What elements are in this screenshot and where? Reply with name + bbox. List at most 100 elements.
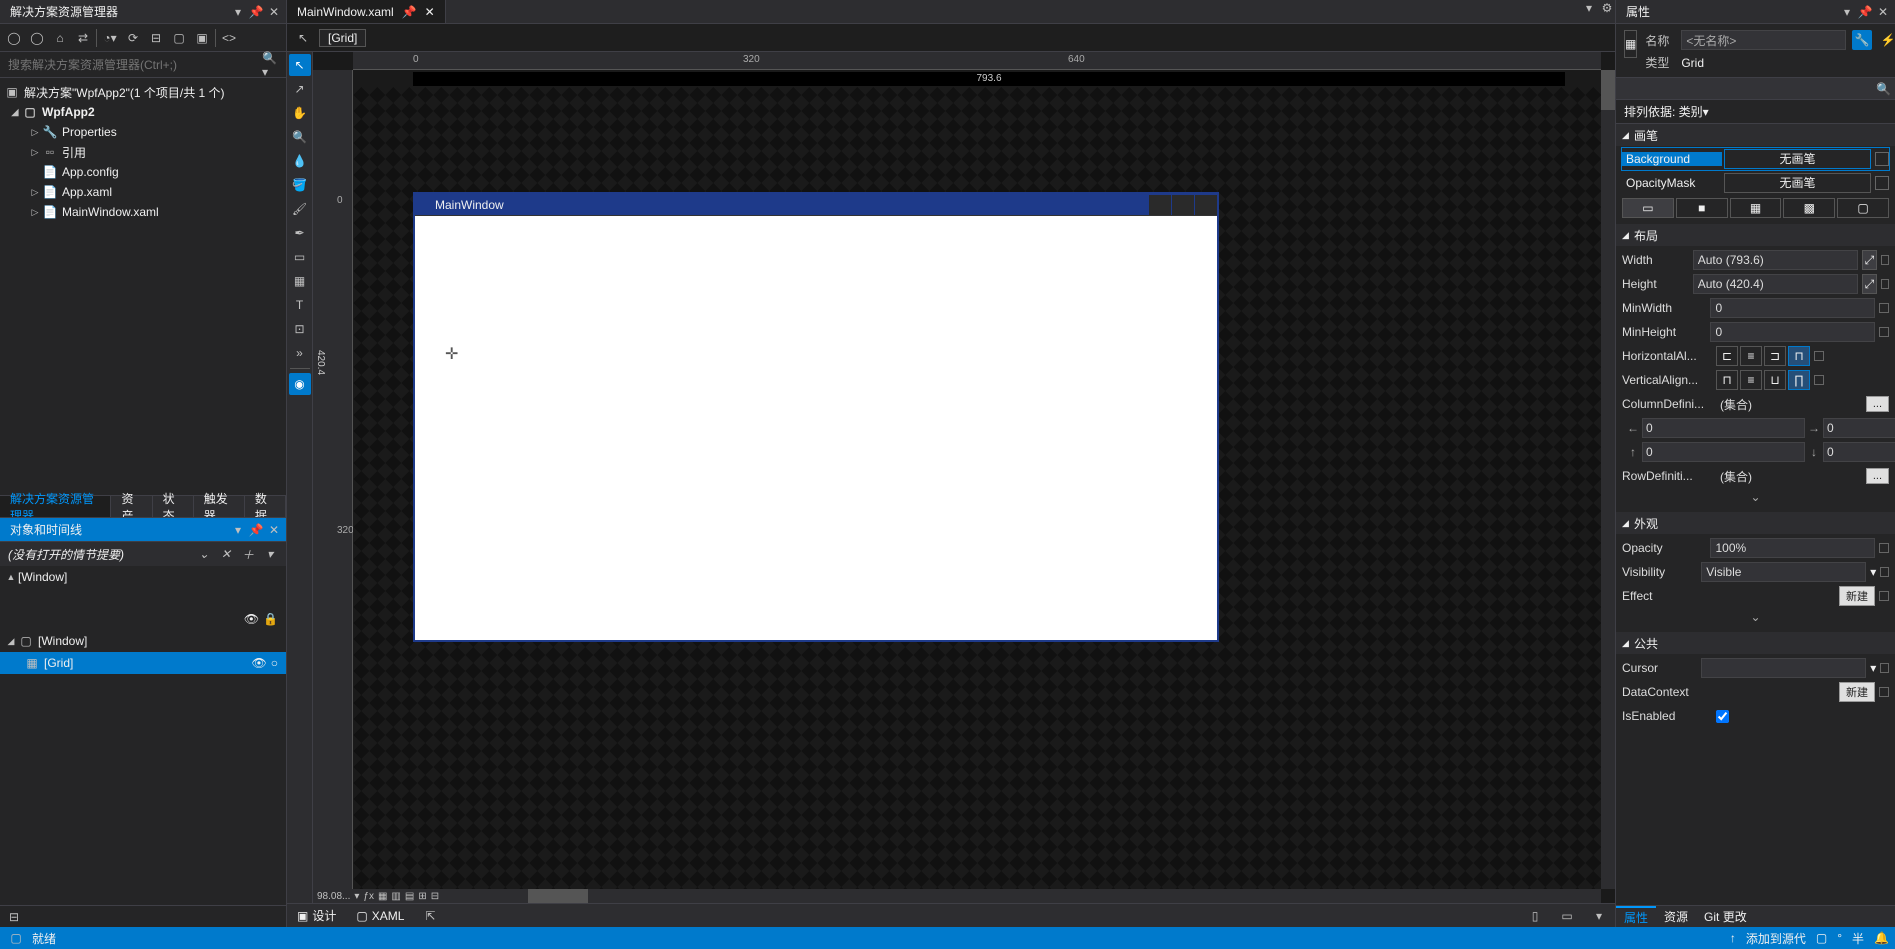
dropdown-icon[interactable]: ▾ bbox=[1839, 4, 1855, 20]
cursor-select[interactable] bbox=[1701, 658, 1866, 678]
close-tab-icon[interactable]: ✕ bbox=[425, 5, 435, 19]
element-name-input[interactable] bbox=[1681, 30, 1846, 50]
solution-node[interactable]: ▣ 解决方案"WpfApp2"(1 个项目/共 1 个) bbox=[0, 82, 286, 102]
auto-size-icon[interactable]: ⤢ bbox=[1862, 250, 1877, 270]
wrench-icon[interactable]: 🔧 bbox=[1852, 30, 1872, 50]
zoom-dropdown-icon[interactable]: ▾ bbox=[354, 891, 359, 902]
notification-count[interactable]: ° bbox=[1837, 931, 1842, 945]
close-icon[interactable]: ✕ bbox=[266, 4, 282, 20]
category-common[interactable]: ◢公共 bbox=[1616, 632, 1895, 654]
solid-brush-tab[interactable]: ■ bbox=[1676, 198, 1728, 218]
category-layout[interactable]: ◢布局 bbox=[1616, 224, 1895, 246]
xaml-view-tab[interactable]: ▢ XAML bbox=[352, 909, 408, 923]
valign-stretch-button[interactable]: ∏ bbox=[1788, 370, 1810, 390]
code-icon[interactable]: <> bbox=[219, 28, 239, 48]
chevron-down-icon[interactable]: ▾ bbox=[1870, 565, 1876, 579]
effect-new-button[interactable]: 新建 bbox=[1839, 586, 1875, 606]
margin-left-input[interactable] bbox=[1642, 418, 1805, 438]
property-marker[interactable] bbox=[1880, 567, 1889, 577]
status-icon[interactable]: ▢ bbox=[6, 928, 26, 948]
expand-icon[interactable]: ◢ bbox=[8, 107, 22, 118]
lock-icon[interactable]: ⊞ bbox=[418, 891, 426, 902]
halign-center-button[interactable]: ≡ bbox=[1740, 346, 1762, 366]
properties-icon[interactable]: ▣ bbox=[192, 28, 212, 48]
eye-icon[interactable]: 👁 bbox=[252, 656, 267, 670]
layout-tool-icon[interactable]: ▦ bbox=[289, 270, 311, 292]
pin-tab-icon[interactable]: 📌 bbox=[402, 5, 417, 19]
eye-icon[interactable]: 👁 bbox=[244, 612, 259, 626]
category-appearance[interactable]: ◢外观 bbox=[1616, 512, 1895, 534]
height-input[interactable] bbox=[1693, 274, 1858, 294]
expand-appearance-icon[interactable]: ⌄ bbox=[1622, 608, 1889, 626]
margin-right-input[interactable] bbox=[1823, 418, 1895, 438]
tab-git-changes[interactable]: Git 更改 bbox=[1696, 906, 1755, 927]
pan-tool-icon[interactable]: ✋ bbox=[289, 102, 311, 124]
back-icon[interactable]: ◯ bbox=[4, 28, 24, 48]
properties-sort[interactable]: 排列依据: 类别 ▾ bbox=[1616, 100, 1895, 124]
appconfig-node[interactable]: 📄 App.config bbox=[0, 162, 286, 182]
tab-dropdown-icon[interactable]: ▾ bbox=[1581, 0, 1597, 16]
close-icon[interactable]: ✕ bbox=[266, 522, 282, 538]
appxaml-node[interactable]: ▷ 📄 App.xaml bbox=[0, 182, 286, 202]
pen-tool-icon[interactable]: ✒ bbox=[289, 222, 311, 244]
expand-icon[interactable]: ▷ bbox=[28, 207, 42, 218]
add-storyboard-icon[interactable]: ＋ bbox=[240, 546, 256, 562]
pin-icon[interactable]: 📌 bbox=[248, 522, 264, 538]
margin-bottom-input[interactable] bbox=[1823, 442, 1895, 462]
margin-top-input[interactable] bbox=[1642, 442, 1805, 462]
show-all-icon[interactable]: ▢ bbox=[169, 28, 189, 48]
select-tool-icon[interactable]: ↖ bbox=[289, 54, 311, 76]
paint-bucket-tool-icon[interactable]: 🪣 bbox=[289, 174, 311, 196]
valign-center-button[interactable]: ≡ bbox=[1740, 370, 1762, 390]
opacitymask-brush-row[interactable]: OpacityMask 无画笔 bbox=[1622, 172, 1889, 194]
halign-right-button[interactable]: ⊐ bbox=[1764, 346, 1786, 366]
property-marker[interactable] bbox=[1881, 279, 1889, 289]
property-marker[interactable] bbox=[1879, 327, 1889, 337]
chevron-down-icon[interactable]: ⌄ bbox=[196, 546, 212, 562]
design-canvas[interactable]: MainWindow ✛ bbox=[353, 87, 1601, 889]
gradient-brush-tab[interactable]: ▦ bbox=[1730, 198, 1782, 218]
valign-top-button[interactable]: ⊓ bbox=[1716, 370, 1738, 390]
pending-icon[interactable]: ◔▾ bbox=[100, 28, 120, 48]
sync-icon[interactable]: ⟳ bbox=[123, 28, 143, 48]
halign-stretch-button[interactable]: ⊓ bbox=[1788, 346, 1810, 366]
expand-icon[interactable]: ▷ bbox=[28, 127, 42, 138]
lock-marker-icon[interactable]: ○ bbox=[271, 656, 278, 670]
designed-window[interactable]: MainWindow ✛ bbox=[413, 192, 1219, 642]
auto-size-icon[interactable]: ⤢ bbox=[1862, 274, 1877, 294]
minheight-input[interactable] bbox=[1710, 322, 1875, 342]
design-view-tab[interactable]: ▣ 设计 bbox=[293, 907, 340, 924]
property-marker[interactable] bbox=[1879, 591, 1889, 601]
popout-icon[interactable]: ⇱ bbox=[420, 906, 440, 926]
expand-icon[interactable]: ▷ bbox=[28, 187, 42, 198]
rectangle-tool-icon[interactable]: ▭ bbox=[289, 246, 311, 268]
property-marker[interactable] bbox=[1875, 176, 1889, 190]
window-tree-node[interactable]: ◢ ▢ [Window] bbox=[0, 630, 286, 652]
expand-icon[interactable]: ▷ bbox=[28, 147, 42, 158]
properties-search[interactable]: 🔍 bbox=[1616, 78, 1895, 100]
eyedropper-tool-icon[interactable]: 💧 bbox=[289, 150, 311, 172]
property-marker[interactable] bbox=[1879, 303, 1889, 313]
valign-bottom-button[interactable]: ⊔ bbox=[1764, 370, 1786, 390]
direct-select-tool-icon[interactable]: ↗ bbox=[289, 78, 311, 100]
switch-view-icon[interactable]: ⇄ bbox=[73, 28, 93, 48]
search-icon[interactable]: 🔍 bbox=[1876, 82, 1891, 96]
control-tool-icon[interactable]: ⊡ bbox=[289, 318, 311, 340]
references-node[interactable]: ▷ ▫▫ 引用 bbox=[0, 142, 286, 162]
expand-icon[interactable]: ◢ bbox=[4, 636, 18, 647]
tab-states[interactable]: 状态 bbox=[153, 496, 194, 517]
vertical-scrollbar[interactable] bbox=[1601, 70, 1615, 889]
storyboard-options-icon[interactable]: ▾ bbox=[262, 546, 278, 562]
property-marker[interactable] bbox=[1880, 663, 1889, 673]
close-storyboard-icon[interactable]: ✕ bbox=[218, 546, 234, 562]
pointer-icon[interactable]: ↖ bbox=[293, 28, 313, 48]
pin-icon[interactable]: 📌 bbox=[248, 4, 264, 20]
uparrow-icon[interactable]: ↑ bbox=[1730, 931, 1736, 945]
property-marker[interactable] bbox=[1814, 375, 1824, 385]
bell-icon[interactable]: 🔔 bbox=[1874, 931, 1889, 945]
width-input[interactable] bbox=[1693, 250, 1858, 270]
property-marker[interactable] bbox=[1881, 255, 1889, 265]
snap-grid-icon[interactable]: ▤ bbox=[405, 891, 414, 902]
datacontext-new-button[interactable]: 新建 bbox=[1839, 682, 1875, 702]
tab-solution-explorer[interactable]: 解决方案资源管理器 bbox=[0, 496, 111, 517]
